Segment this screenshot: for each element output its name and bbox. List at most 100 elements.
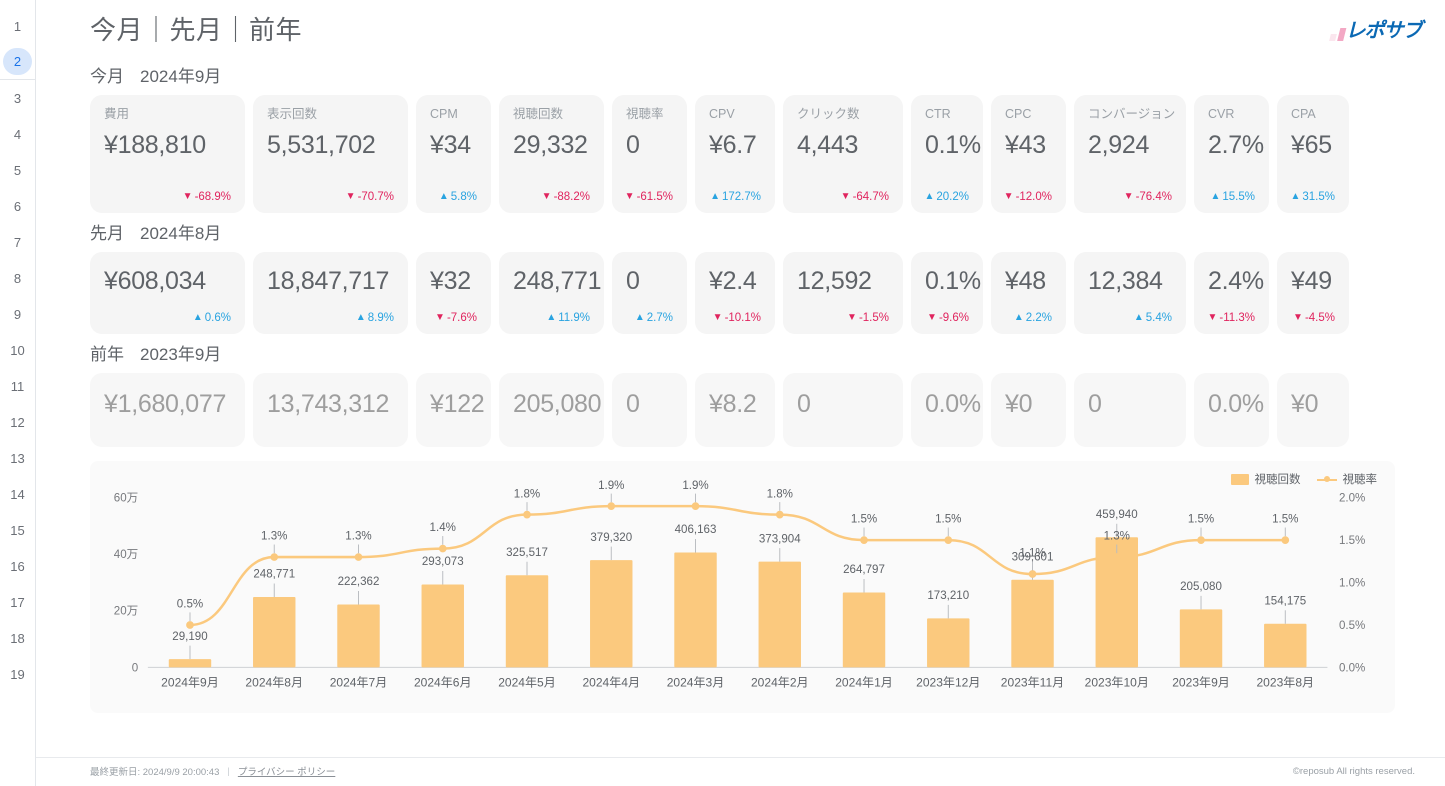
metric-card-CTR[interactable]: CTR 0.1% ▲ 20.2% (911, 95, 983, 213)
metric-card-視聴率[interactable]: 0 (612, 373, 687, 447)
row-number-13[interactable]: 13 (0, 440, 35, 476)
line-point[interactable] (1197, 536, 1205, 544)
row-number-15[interactable]: 15 (0, 512, 35, 548)
bar[interactable] (337, 604, 380, 668)
arrow-up-icon: ▲ (192, 312, 203, 323)
row-number-4[interactable]: 4 (0, 116, 35, 152)
row-number-18[interactable]: 18 (0, 620, 35, 656)
line-point[interactable] (691, 502, 700, 510)
row-number-17[interactable]: 17 (0, 584, 35, 620)
line-point[interactable] (270, 553, 279, 561)
metric-card-クリック数[interactable]: 0 (783, 373, 903, 447)
metric-card-視聴率[interactable]: 0 ▲ 2.7% (612, 252, 687, 334)
row-number-2[interactable]: 2 (0, 44, 35, 80)
metric-card-CPM[interactable]: ¥32 ▼ -7.6% (416, 252, 491, 334)
metric-card-表示回数[interactable]: 18,847,717 ▲ 8.9% (253, 252, 408, 334)
line-point[interactable] (186, 621, 194, 629)
metric-card-CPC[interactable]: CPC ¥43 ▼ -12.0% (991, 95, 1066, 213)
metric-card-CPC[interactable]: ¥0 (991, 373, 1066, 447)
row-number-9[interactable]: 9 (0, 296, 35, 332)
views-rate-chart[interactable]: 視聴回数 視聴率 0 20万 40万 60万 0.0% 0.5% 1.0% 1.5% 2.0% 2… (90, 461, 1395, 713)
bar[interactable] (1011, 579, 1054, 668)
bar[interactable] (253, 597, 296, 668)
line-point[interactable] (523, 510, 531, 519)
bar[interactable] (590, 560, 633, 668)
line-point[interactable] (860, 536, 868, 544)
metric-card-クリック数[interactable]: 12,592 ▼ -1.5% (783, 252, 903, 334)
y-axis-left-tick: 40万 (114, 549, 138, 561)
metric-card-クリック数[interactable]: クリック数 4,443 ▼ -64.7% (783, 95, 903, 213)
row-number-8[interactable]: 8 (0, 260, 35, 296)
metric-card-CPV[interactable]: ¥8.2 (695, 373, 775, 447)
row-number-14[interactable]: 14 (0, 476, 35, 512)
metric-card-表示回数[interactable]: 表示回数 5,531,702 ▼ -70.7% (253, 95, 408, 213)
bar-value-label: 406,163 (675, 524, 717, 536)
metric-card-コンバージョン[interactable]: 12,384 ▲ 5.4% (1074, 252, 1186, 334)
metric-card-delta-value: 15.5% (1222, 191, 1255, 203)
bar[interactable] (758, 561, 801, 668)
row-number-7[interactable]: 7 (0, 224, 35, 260)
metric-card-CTR[interactable]: 0.0% (911, 373, 983, 447)
bar[interactable] (842, 592, 886, 668)
row-number-1[interactable]: 1 (0, 8, 35, 44)
metric-card-value: ¥2.4 (709, 267, 757, 295)
metric-card-delta: ▼ -70.7% (267, 191, 394, 203)
row-number-12[interactable]: 12 (0, 404, 35, 440)
metric-card-CPA[interactable]: ¥49 ▼ -4.5% (1277, 252, 1349, 334)
line-point[interactable] (438, 544, 447, 553)
metric-card-CPC[interactable]: ¥48 ▲ 2.2% (991, 252, 1066, 334)
metric-card-CPM[interactable]: ¥122 (416, 373, 491, 447)
metric-card-視聴回数[interactable]: 248,771 ▲ 11.9% (499, 252, 604, 334)
row-number-10[interactable]: 10 (0, 332, 35, 368)
metric-card-CPM[interactable]: CPM ¥34 ▲ 5.8% (416, 95, 491, 213)
metric-card-費用[interactable]: 費用 ¥188,810 ▼ -68.9% (90, 95, 245, 213)
bar[interactable] (168, 659, 212, 668)
row-number-label: 11 (10, 378, 25, 394)
metric-card-費用[interactable]: ¥608,034 ▲ 0.6% (90, 252, 245, 334)
bar[interactable] (674, 552, 717, 668)
metric-card-CPV[interactable]: ¥2.4 ▼ -10.1% (695, 252, 775, 334)
metric-card-CVR[interactable]: CVR 2.7% ▲ 15.5% (1194, 95, 1269, 213)
arrow-down-icon: ▼ (1003, 191, 1014, 202)
metric-card-視聴回数[interactable]: 視聴回数 29,332 ▼ -88.2% (499, 95, 604, 213)
bar[interactable] (421, 584, 464, 668)
bar[interactable] (505, 575, 549, 668)
metric-card-value: ¥0 (1005, 390, 1033, 418)
line-point[interactable] (1112, 553, 1121, 561)
row-number-5[interactable]: 5 (0, 152, 35, 188)
bar[interactable] (927, 618, 970, 668)
metric-card-delta-value: -4.5% (1304, 312, 1335, 324)
metric-card-視聴回数[interactable]: 205,080 (499, 373, 604, 447)
metric-card-CVR[interactable]: 0.0% (1194, 373, 1269, 447)
metric-card-delta: ▲ 11.9% (513, 312, 590, 324)
row-number-3[interactable]: 3 (0, 80, 35, 116)
metric-card-CPV[interactable]: CPV ¥6.7 ▲ 172.7% (695, 95, 775, 213)
metric-card-CPA[interactable]: CPA ¥65 ▲ 31.5% (1277, 95, 1349, 213)
metric-card-CTR[interactable]: 0.1% ▼ -9.6% (911, 252, 983, 334)
section-heading: 先月 2024年8月 (90, 213, 1395, 252)
copyright-text: ©reposub All rights reserved. (1292, 765, 1415, 777)
metric-card-費用[interactable]: ¥1,680,077 (90, 373, 245, 447)
row-number-16[interactable]: 16 (0, 548, 35, 584)
metric-card-CVR[interactable]: 2.4% ▼ -11.3% (1194, 252, 1269, 334)
metric-card-表示回数[interactable]: 13,743,312 (253, 373, 408, 447)
metric-card-delta: ▼ -11.3% (1208, 312, 1256, 324)
row-number-11[interactable]: 11 (0, 368, 35, 404)
privacy-policy-link[interactable]: プライバシー ポリシー (238, 764, 335, 778)
row-number-19[interactable]: 19 (0, 656, 35, 692)
row-number-6[interactable]: 6 (0, 188, 35, 224)
bar[interactable] (1179, 609, 1223, 668)
metric-card-視聴率[interactable]: 視聴率 0 ▼ -61.5% (612, 95, 687, 213)
metric-card-CPA[interactable]: ¥0 (1277, 373, 1349, 447)
metric-card-コンバージョン[interactable]: 0 (1074, 373, 1186, 447)
line-point[interactable] (1281, 536, 1290, 544)
line-point[interactable] (944, 536, 953, 544)
line-point[interactable] (1028, 570, 1037, 578)
reposub-logo: レポサブ (1329, 15, 1426, 42)
bar[interactable] (1264, 623, 1307, 668)
line-point[interactable] (607, 502, 616, 510)
line-point[interactable] (354, 553, 363, 561)
metric-card-コンバージョン[interactable]: コンバージョン 2,924 ▼ -76.4% (1074, 95, 1186, 213)
metric-card-value: 0 (626, 390, 640, 418)
line-point[interactable] (775, 510, 784, 519)
